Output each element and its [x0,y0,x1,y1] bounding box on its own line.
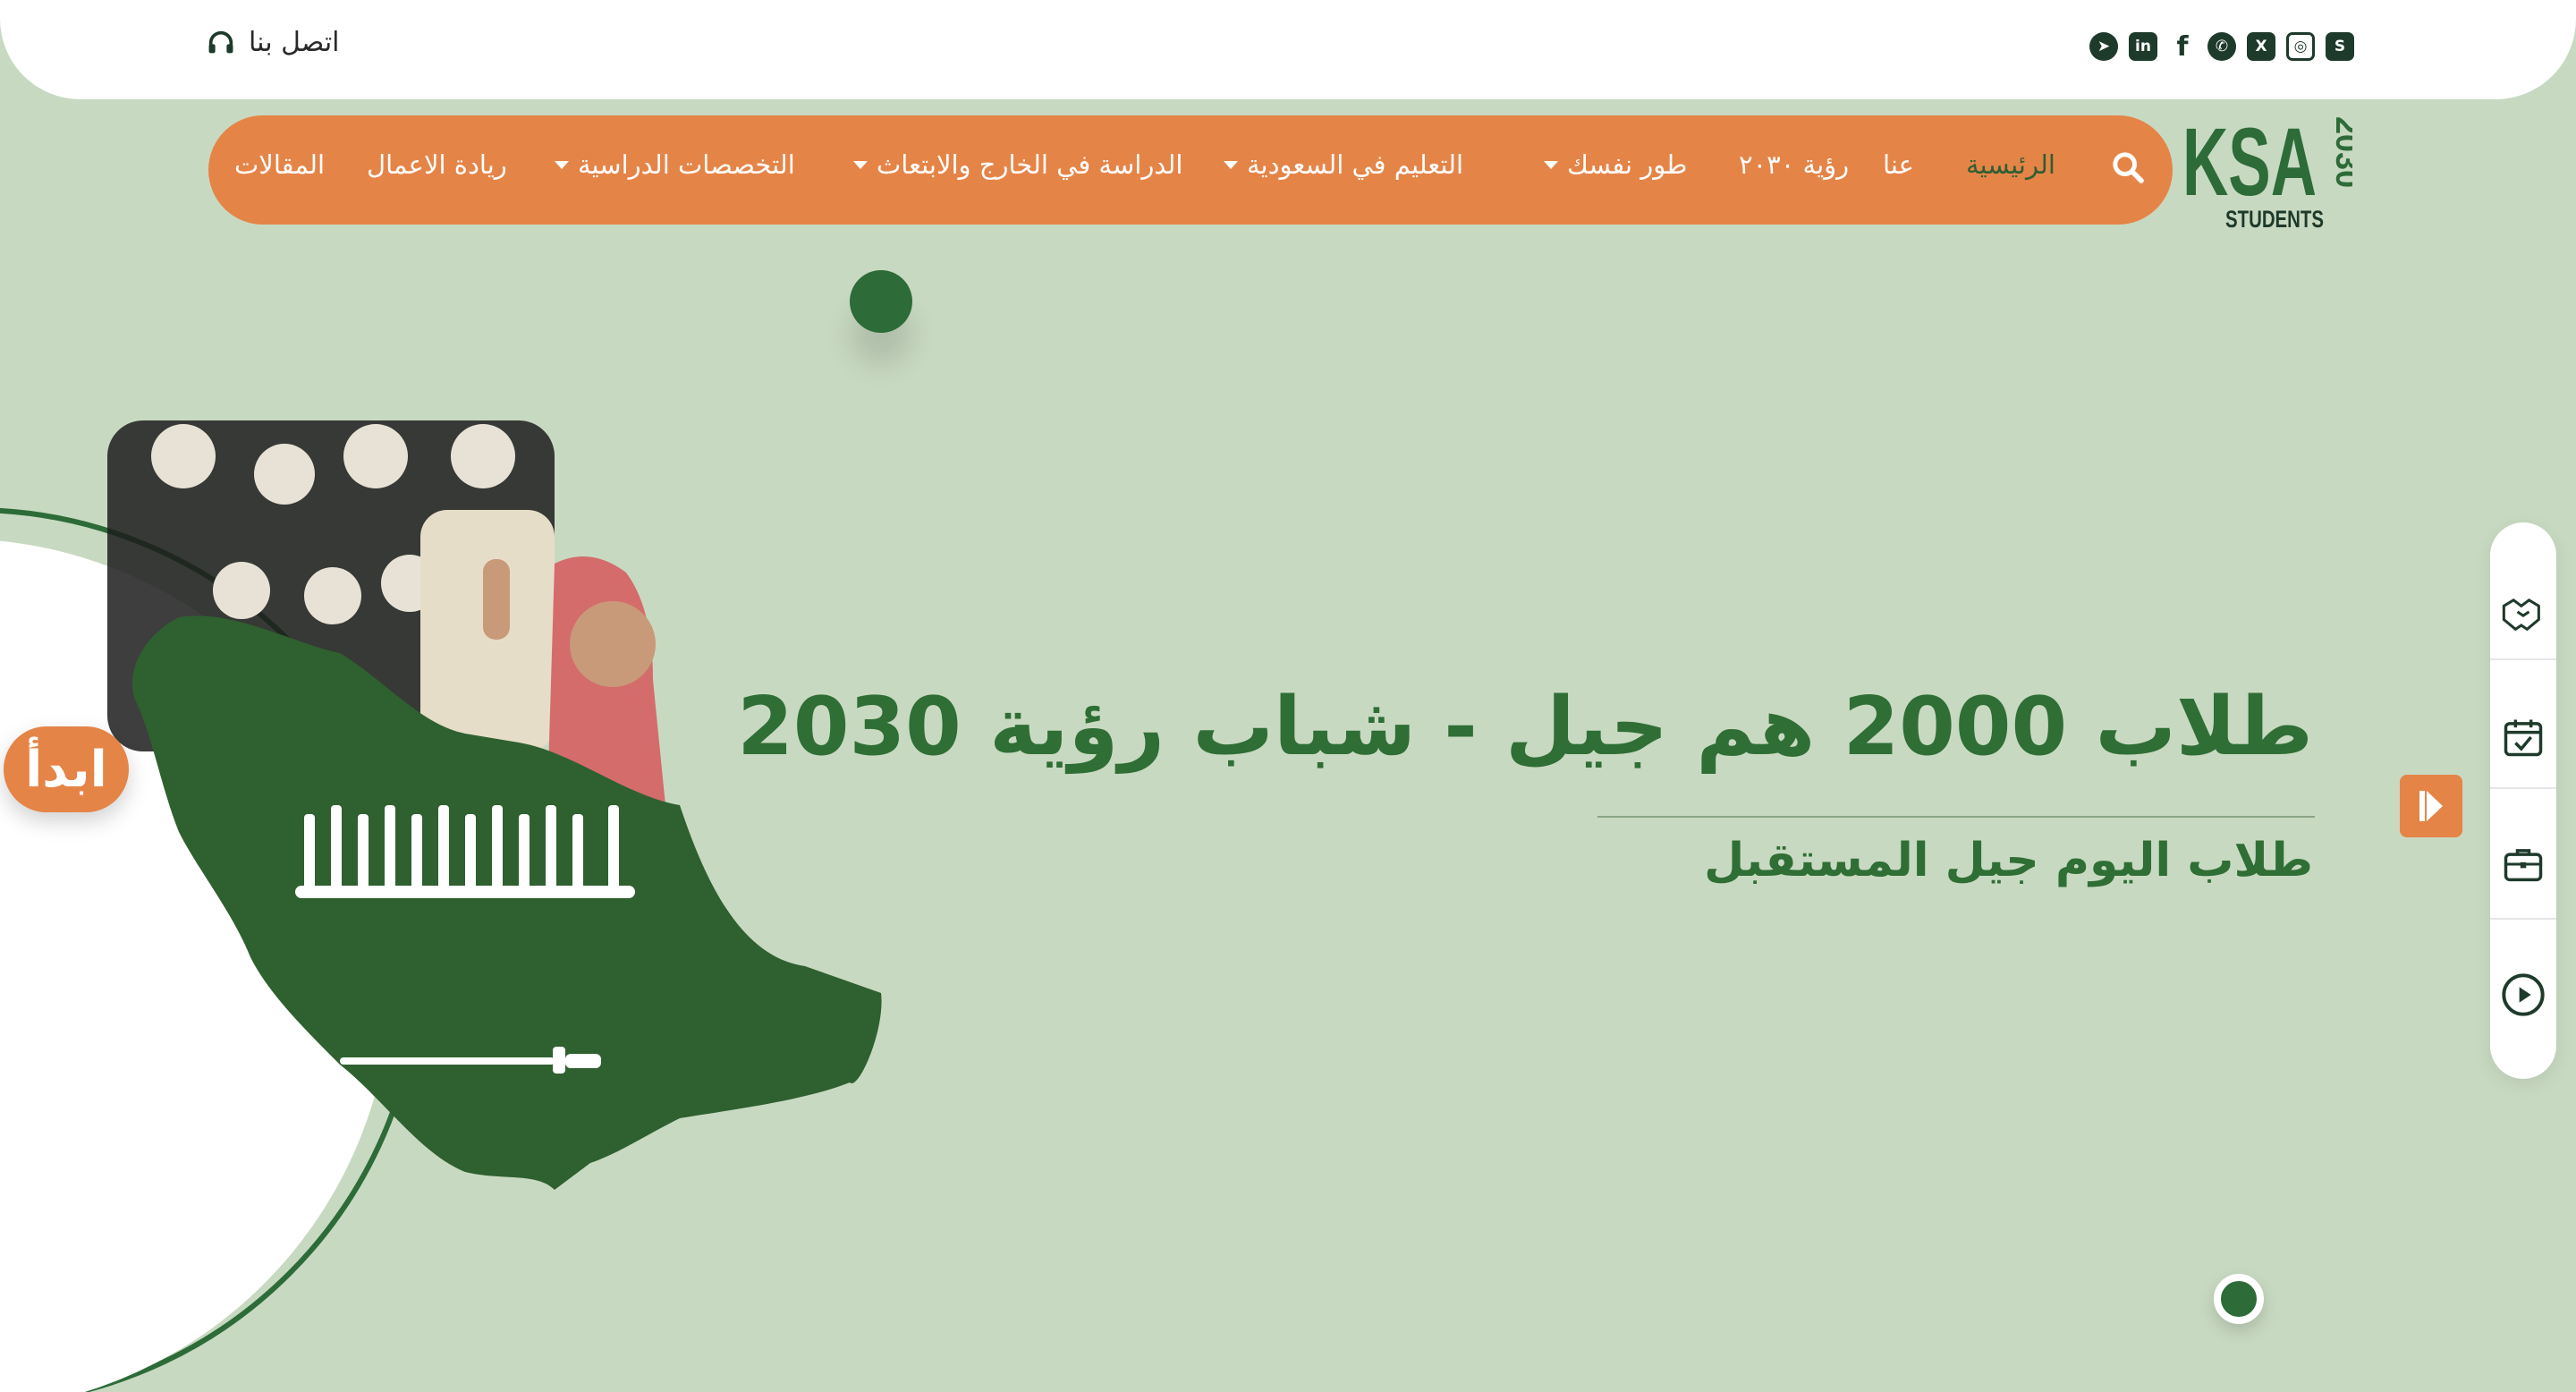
hero-illustration [0,420,882,1392]
logo-sub-text: STUDENTS [2225,206,2324,233]
play-arrow-icon [2419,791,2443,821]
hero-title: طلاب 2000 هم جيل - شباب رؤية 2030 [737,680,2313,774]
logo-main-text: KSA [2182,113,2317,216]
x-twitter-icon[interactable]: X [2247,32,2275,61]
chevron-down-icon [555,160,569,169]
whatsapp-icon[interactable]: ✆ [2207,32,2236,61]
nav-item-about[interactable]: عنا [1883,149,1914,180]
handshake-icon [2502,598,2540,632]
headset-icon [208,30,233,53]
nav-item-vision-2030[interactable]: رؤية ٢٠٣٠ [1739,149,1849,180]
snapchat-icon[interactable]: S [2326,32,2354,61]
site-logo[interactable]: KSA 2030 STUDENTS [2182,113,2352,233]
logo-year-text: 2030 [2329,116,2352,188]
slider-indicator-dot[interactable] [2214,1274,2264,1324]
nav-item-home[interactable]: الرئيسية [1966,149,2055,180]
slider-next-button[interactable] [2400,775,2462,837]
hero-divider [1597,816,2315,818]
chevron-down-icon [1224,160,1238,169]
briefcase-icon [2504,849,2543,882]
side-link-video[interactable] [2490,930,2556,1059]
hero-subtitle: طلاب اليوم جيل المستقبل [1704,834,2313,887]
contact-label: اتصل بنا [249,27,340,58]
nav-item-education-saudi[interactable]: التعليم في السعودية [1224,149,1463,180]
nav-item-majors[interactable]: التخصصات الدراسية [555,149,795,180]
calendar-check-icon [2504,719,2543,757]
decorative-dot [850,270,912,333]
linkedin-icon[interactable]: in [2129,32,2157,61]
divider [2490,658,2556,660]
contact-link[interactable]: اتصل بنا [206,27,340,58]
facebook-icon[interactable]: f [2168,31,2197,63]
chevron-down-icon [853,160,868,169]
chevron-down-icon [1544,160,1558,169]
play-circle-icon [2502,973,2545,1016]
side-link-calendar[interactable] [2490,673,2556,802]
social-links: S ◎ X ✆ f in ➤ [2089,31,2354,63]
divider [2490,787,2556,789]
side-link-briefcase[interactable] [2490,800,2556,929]
start-button[interactable]: ابدأ [4,726,129,812]
nav-item-develop-yourself[interactable]: طور نفسك [1544,149,1687,180]
main-nav: الرئيسية عنا رؤية ٢٠٣٠ طور نفسك التعليم … [208,115,2173,225]
divider [2490,918,2556,920]
nav-item-study-abroad[interactable]: الدراسة في الخارج والابتعاث [853,149,1182,180]
instagram-icon[interactable]: ◎ [2286,32,2315,61]
side-quick-links [2490,522,2556,1079]
top-bar: S ◎ X ✆ f in ➤ اتصل بنا [0,0,2576,99]
telegram-icon[interactable]: ➤ [2089,32,2118,61]
search-icon[interactable] [2110,149,2146,185]
nav-item-entrepreneurship[interactable]: ريادة الاعمال [367,149,507,180]
nav-item-articles[interactable]: المقالات [234,149,325,180]
